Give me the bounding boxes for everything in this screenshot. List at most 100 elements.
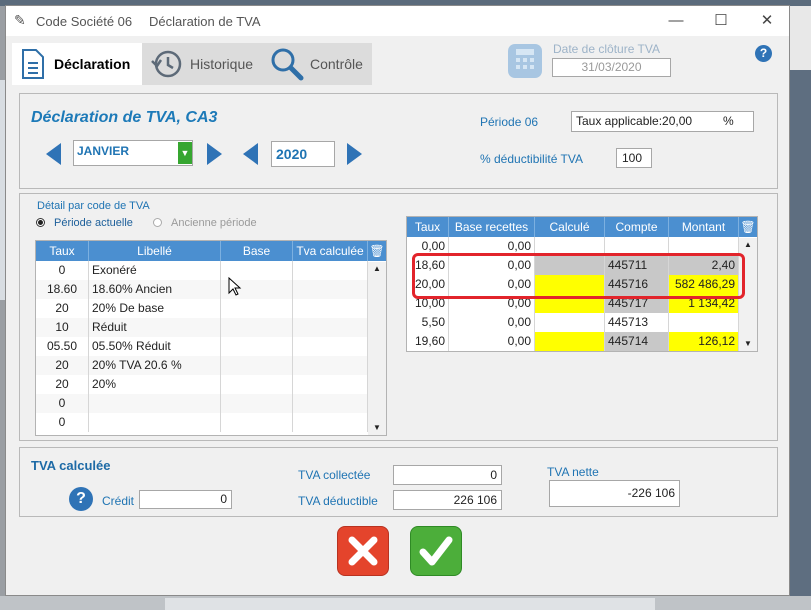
table-row[interactable]: 18.60 18.60% Ancien	[36, 280, 386, 299]
cell-libelle[interactable]: 20% TVA 20.6 %	[89, 356, 221, 375]
cell-libelle[interactable]: 20% De base	[89, 299, 221, 318]
cell-compte[interactable]: 445713	[605, 313, 669, 332]
cell-tva[interactable]	[293, 394, 368, 413]
credit-field[interactable]: 0	[139, 490, 232, 509]
tab-declaration[interactable]: Déclaration	[12, 43, 142, 85]
help-icon[interactable]: ?	[755, 45, 772, 62]
cell-base[interactable]: 0,00	[449, 313, 535, 332]
table-row[interactable]: 05.50 05.50% Réduit	[36, 337, 386, 356]
next-year-arrow[interactable]	[347, 143, 362, 165]
cell-calc[interactable]	[535, 313, 605, 332]
left-col-taux[interactable]: Taux	[36, 241, 89, 261]
right-col-taux[interactable]: Taux	[407, 217, 449, 237]
taux-applicable-field[interactable]: Taux applicable:20,00 %	[571, 111, 754, 132]
deductibilite-field[interactable]: 100	[616, 148, 652, 168]
table-row[interactable]: 20 20% TVA 20.6 %	[36, 356, 386, 375]
cell-tva[interactable]	[293, 261, 368, 280]
prev-year-arrow[interactable]	[243, 143, 258, 165]
table-row[interactable]: 10 Réduit	[36, 318, 386, 337]
cell-taux[interactable]: 05.50	[36, 337, 89, 356]
table-row[interactable]: 20 20%	[36, 375, 386, 394]
cell-tva[interactable]	[293, 413, 368, 432]
scroll-up-icon[interactable]: ▲	[368, 262, 386, 276]
right-col-compte[interactable]: Compte	[605, 217, 669, 237]
chevron-down-icon[interactable]: ▼	[178, 142, 192, 164]
left-table-scrollbar[interactable]: ▲ ▼	[368, 262, 386, 435]
scroll-down-icon[interactable]: ▼	[368, 421, 386, 435]
cell-base[interactable]	[221, 299, 293, 318]
cell-base[interactable]	[221, 413, 293, 432]
next-month-arrow[interactable]	[207, 143, 222, 165]
cell-tva[interactable]	[293, 337, 368, 356]
cell-libelle[interactable]: 20%	[89, 375, 221, 394]
trash-icon-right[interactable]: 🗑	[739, 217, 757, 237]
prev-month-arrow[interactable]	[46, 143, 61, 165]
cancel-x-icon	[348, 536, 378, 566]
cell-libelle[interactable]: Réduit	[89, 318, 221, 337]
cell-montant[interactable]: 126,12	[669, 332, 739, 351]
cell-taux[interactable]: 5,50	[407, 313, 449, 332]
close-window-button[interactable]: ✕	[752, 10, 782, 32]
tab-historique[interactable]: Historique	[146, 43, 262, 85]
cell-base[interactable]	[221, 356, 293, 375]
left-col-libelle[interactable]: Libellé	[89, 241, 221, 261]
cell-taux[interactable]: 20	[36, 356, 89, 375]
right-col-calcule[interactable]: Calculé	[535, 217, 605, 237]
cell-tva[interactable]	[293, 299, 368, 318]
cell-taux[interactable]: 20	[36, 375, 89, 394]
table-row[interactable]: 5,50 0,00 445713	[407, 313, 757, 332]
cell-taux[interactable]: 18.60	[36, 280, 89, 299]
cell-taux[interactable]: 0	[36, 261, 89, 280]
cell-base[interactable]	[221, 318, 293, 337]
table-row[interactable]: 0	[36, 413, 386, 432]
cell-libelle[interactable]: 05.50% Réduit	[89, 337, 221, 356]
cell-taux[interactable]: 10	[36, 318, 89, 337]
cell-libelle[interactable]: Exonéré	[89, 261, 221, 280]
minimize-button[interactable]: —	[661, 10, 691, 32]
trash-icon[interactable]: 🗑	[368, 241, 386, 261]
left-col-tva[interactable]: Tva calculée	[293, 241, 368, 261]
cancel-button[interactable]	[337, 526, 389, 576]
maximize-button[interactable]: ☐	[706, 10, 736, 32]
radio-ancienne-periode[interactable]	[153, 218, 162, 227]
cell-tva[interactable]	[293, 356, 368, 375]
cell-libelle[interactable]: 18.60% Ancien	[89, 280, 221, 299]
cell-libelle[interactable]	[89, 394, 221, 413]
cell-tva[interactable]	[293, 280, 368, 299]
tva-deductible-field[interactable]: 226 106	[393, 490, 502, 510]
cell-calc[interactable]	[535, 332, 605, 351]
cell-base[interactable]	[221, 375, 293, 394]
year-field[interactable]: 2020	[271, 141, 335, 167]
left-col-base[interactable]: Base	[221, 241, 293, 261]
cell-base[interactable]: 0,00	[449, 332, 535, 351]
table-row[interactable]: 20 20% De base	[36, 299, 386, 318]
closing-date-field[interactable]: 31/03/2020	[552, 58, 671, 77]
cell-base[interactable]	[221, 394, 293, 413]
validate-button[interactable]	[410, 526, 462, 576]
scroll-down-icon-right[interactable]: ▼	[739, 337, 757, 351]
tab-controle[interactable]: Contrôle	[268, 43, 372, 85]
right-col-montant[interactable]: Montant	[669, 217, 739, 237]
mouse-cursor-icon	[228, 277, 242, 296]
table-row[interactable]: 19,60 0,00 445714 126,12	[407, 332, 757, 351]
radio-periode-actuelle[interactable]	[36, 218, 45, 227]
tva-collectee-field[interactable]: 0	[393, 465, 502, 485]
tva-nette-field[interactable]: -226 106	[549, 480, 680, 507]
help-circle-icon[interactable]: ?	[69, 487, 93, 511]
cell-taux[interactable]: 19,60	[407, 332, 449, 351]
cell-taux[interactable]: 20	[36, 299, 89, 318]
cell-libelle[interactable]	[89, 413, 221, 432]
cell-tva[interactable]	[293, 375, 368, 394]
history-clock-icon	[151, 50, 182, 78]
month-select[interactable]: JANVIER ▼	[73, 140, 193, 166]
cell-tva[interactable]	[293, 318, 368, 337]
cell-taux[interactable]: 0	[36, 413, 89, 432]
cell-base[interactable]	[221, 337, 293, 356]
cell-montant[interactable]	[669, 313, 739, 332]
cell-taux[interactable]: 0	[36, 394, 89, 413]
scroll-up-icon-right[interactable]: ▲	[739, 238, 757, 252]
right-col-base[interactable]: Base recettes	[449, 217, 535, 237]
table-row[interactable]: 0	[36, 394, 386, 413]
table-row[interactable]: 0 Exonéré	[36, 261, 386, 280]
cell-compte[interactable]: 445714	[605, 332, 669, 351]
